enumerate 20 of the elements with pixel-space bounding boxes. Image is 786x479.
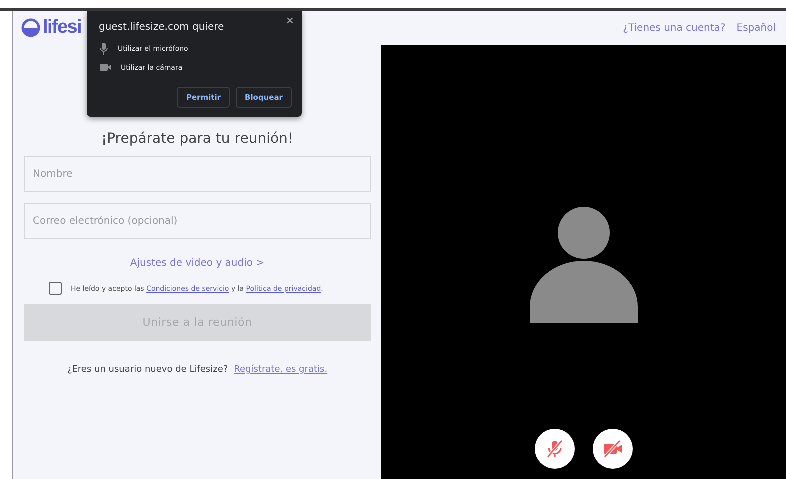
avatar-icon <box>530 207 638 323</box>
signup-link[interactable]: Regístrate, es gratis. <box>234 365 328 375</box>
logo-icon <box>21 18 41 38</box>
checkbox[interactable] <box>49 282 62 295</box>
microphone-icon <box>100 42 108 54</box>
signup-text: ¿Eres un usuario nuevo de Lifesize? <box>67 365 228 375</box>
name-field[interactable]: Nombre <box>24 156 371 192</box>
camera-toggle[interactable] <box>592 429 632 469</box>
form-heading: ¡Prepárate para tu reunión! <box>100 131 295 147</box>
popup-title: guest.lifesize.com quiere <box>99 22 226 33</box>
settings-link[interactable]: Ajustes de video y audio > <box>130 258 265 269</box>
camera-icon <box>602 439 624 459</box>
logo-text: lifesi <box>43 17 82 39</box>
account-link[interactable]: ¿Tienes una cuenta? <box>623 22 726 34</box>
microphone-toggle[interactable] <box>534 429 574 469</box>
language-link[interactable]: Español <box>736 22 776 34</box>
close-button[interactable]: × <box>284 13 296 28</box>
camera-icon <box>100 64 111 71</box>
microphone-icon <box>544 439 564 459</box>
email-field[interactable]: Correo electrónico (opcional) <box>24 203 371 239</box>
